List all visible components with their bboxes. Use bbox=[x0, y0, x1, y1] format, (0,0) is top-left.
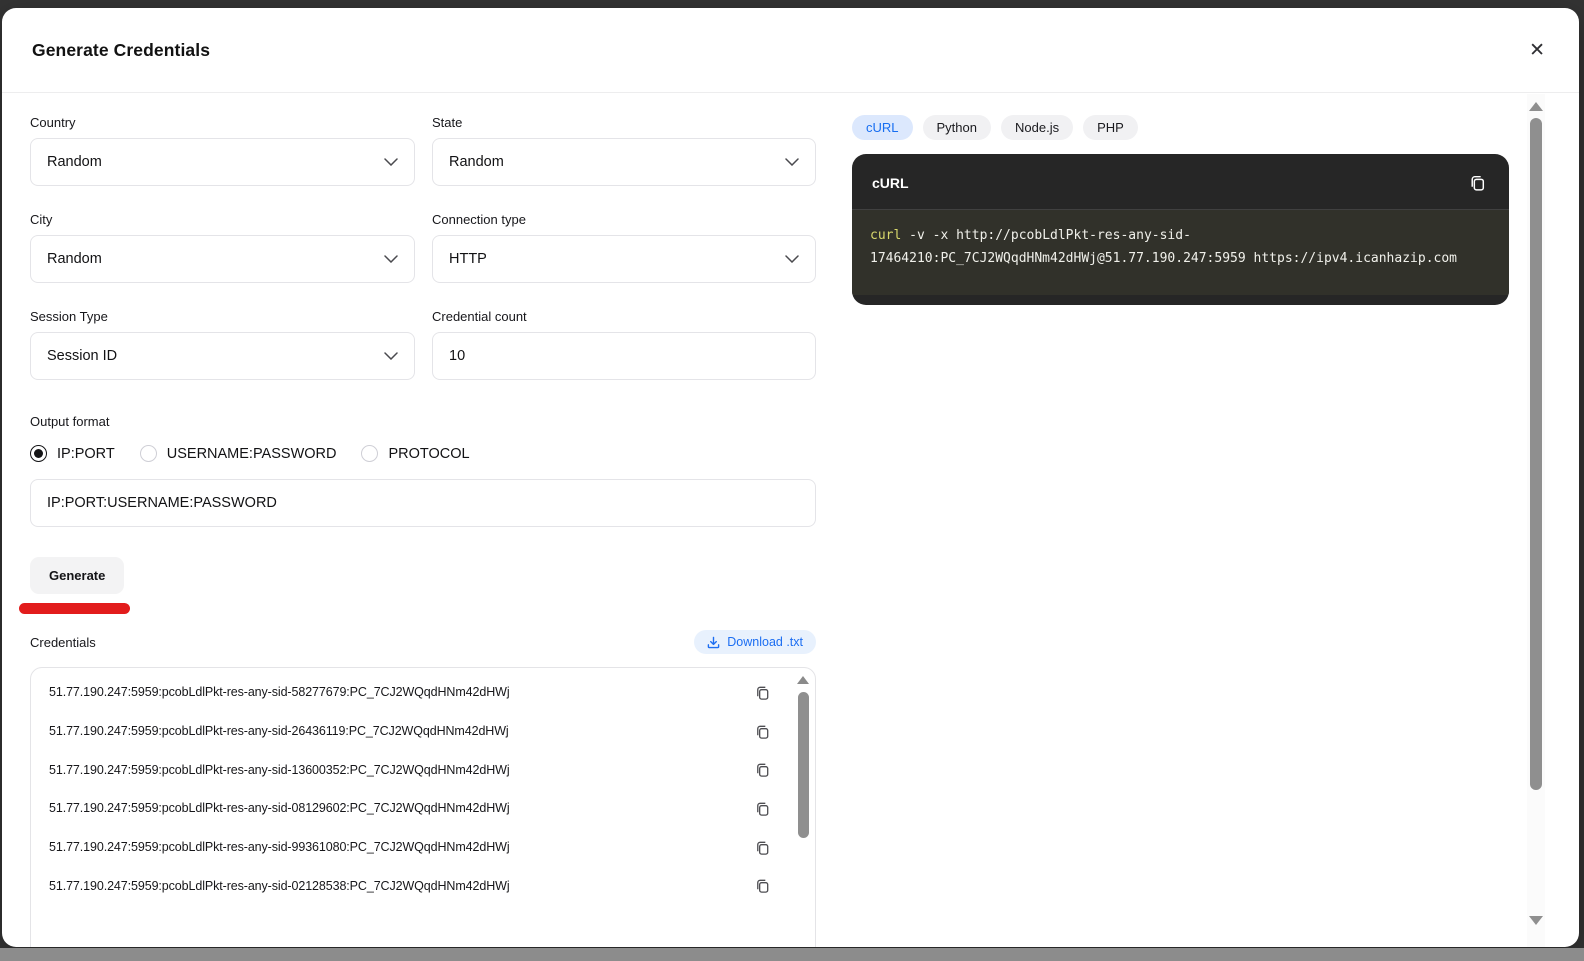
state-select[interactable]: Random bbox=[432, 138, 816, 186]
annotation-red-underline bbox=[19, 603, 130, 614]
download-icon bbox=[707, 636, 720, 649]
radio-protocol[interactable]: PROTOCOL bbox=[361, 445, 469, 462]
credential-row: 51.77.190.247:5959:pcobLdlPkt-res-any-si… bbox=[31, 789, 815, 828]
field-country: Country Random bbox=[30, 115, 415, 186]
copy-icon[interactable] bbox=[752, 798, 773, 819]
connection-type-select-value: HTTP bbox=[449, 251, 487, 267]
generate-button[interactable]: Generate bbox=[30, 557, 124, 594]
credential-text: 51.77.190.247:5959:pcobLdlPkt-res-any-si… bbox=[49, 840, 510, 854]
modal-scrollbar[interactable] bbox=[1527, 94, 1545, 947]
download-txt-button[interactable]: Download .txt bbox=[694, 630, 816, 654]
credential-text: 51.77.190.247:5959:pcobLdlPkt-res-any-si… bbox=[49, 685, 510, 699]
credentials-heading: Credentials bbox=[30, 635, 96, 650]
format-input[interactable] bbox=[47, 495, 799, 511]
credential-text: 51.77.190.247:5959:pcobLdlPkt-res-any-si… bbox=[49, 724, 509, 738]
download-txt-label: Download .txt bbox=[727, 635, 803, 649]
field-credential-count: Credential count bbox=[432, 309, 816, 380]
credentials-header: Credentials Download .txt bbox=[30, 630, 816, 654]
chevron-down-icon bbox=[785, 158, 799, 166]
code-column: cURL Python Node.js PHP cURL curl -v -x … bbox=[852, 115, 1509, 947]
field-session-type: Session Type Session ID bbox=[30, 309, 415, 380]
copy-icon[interactable] bbox=[752, 759, 773, 780]
chevron-down-icon bbox=[785, 255, 799, 263]
chevron-down-icon bbox=[384, 352, 398, 360]
generate-credentials-modal: Generate Credentials ✕ Country Random St… bbox=[2, 8, 1579, 947]
credentials-list: 51.77.190.247:5959:pcobLdlPkt-res-any-si… bbox=[30, 667, 816, 947]
scrollbar-thumb[interactable] bbox=[1530, 118, 1542, 790]
field-city: City Random bbox=[30, 212, 415, 283]
scrollbar-thumb[interactable] bbox=[798, 692, 809, 838]
tab-nodejs[interactable]: Node.js bbox=[1001, 115, 1073, 140]
credential-text: 51.77.190.247:5959:pcobLdlPkt-res-any-si… bbox=[49, 763, 510, 777]
country-select-value: Random bbox=[47, 154, 102, 170]
city-select-value: Random bbox=[47, 251, 102, 267]
radio-username-password[interactable]: USERNAME:PASSWORD bbox=[140, 445, 337, 462]
session-type-label: Session Type bbox=[30, 309, 415, 324]
modal-content: Country Random State Random City bbox=[2, 93, 1579, 947]
radio-username-password-label: USERNAME:PASSWORD bbox=[167, 446, 337, 462]
country-label: Country bbox=[30, 115, 415, 130]
copy-icon[interactable] bbox=[752, 875, 773, 896]
code-text: -v -x http://pcobLdlPkt-res-any-sid-1746… bbox=[870, 228, 1457, 266]
radio-ip-port[interactable]: IP:PORT bbox=[30, 445, 115, 462]
scroll-up-icon[interactable] bbox=[1529, 102, 1543, 111]
session-type-select-value: Session ID bbox=[47, 348, 117, 364]
scroll-up-icon[interactable] bbox=[797, 676, 809, 684]
copy-icon[interactable] bbox=[752, 837, 773, 858]
code-block: curl -v -x http://pcobLdlPkt-res-any-sid… bbox=[852, 210, 1509, 295]
credentials-scrollbar[interactable] bbox=[796, 673, 810, 947]
credential-text: 51.77.190.247:5959:pcobLdlPkt-res-any-si… bbox=[49, 879, 510, 893]
chevron-down-icon bbox=[384, 255, 398, 263]
field-state: State Random bbox=[432, 115, 816, 186]
credential-count-label: Credential count bbox=[432, 309, 816, 324]
tab-python[interactable]: Python bbox=[923, 115, 991, 140]
radio-ip-port-label: IP:PORT bbox=[57, 446, 115, 462]
credential-row: 51.77.190.247:5959:pcobLdlPkt-res-any-si… bbox=[31, 712, 815, 751]
copy-icon[interactable] bbox=[752, 721, 773, 742]
code-card-header: cURL bbox=[852, 154, 1509, 210]
radio-icon bbox=[140, 445, 157, 462]
credential-count-input[interactable] bbox=[449, 348, 799, 364]
backdrop-bottom-strip bbox=[0, 948, 1584, 961]
connection-type-label: Connection type bbox=[432, 212, 816, 227]
copy-icon[interactable] bbox=[752, 682, 773, 703]
close-icon[interactable]: ✕ bbox=[1525, 37, 1549, 64]
code-card-title: cURL bbox=[872, 175, 909, 191]
scroll-down-icon[interactable] bbox=[1529, 916, 1543, 925]
code-keyword: curl bbox=[870, 228, 901, 243]
format-box bbox=[30, 479, 816, 527]
radio-icon bbox=[30, 445, 47, 462]
radio-protocol-label: PROTOCOL bbox=[388, 446, 469, 462]
credential-row: 51.77.190.247:5959:pcobLdlPkt-res-any-si… bbox=[31, 866, 815, 905]
state-label: State bbox=[432, 115, 816, 130]
state-select-value: Random bbox=[449, 154, 504, 170]
connection-type-select[interactable]: HTTP bbox=[432, 235, 816, 283]
credential-row: 51.77.190.247:5959:pcobLdlPkt-res-any-si… bbox=[31, 750, 815, 789]
chevron-down-icon bbox=[384, 158, 398, 166]
city-label: City bbox=[30, 212, 415, 227]
code-card: cURL curl -v -x http://pcobLdlPkt-res-an… bbox=[852, 154, 1509, 305]
country-select[interactable]: Random bbox=[30, 138, 415, 186]
city-select[interactable]: Random bbox=[30, 235, 415, 283]
page-title: Generate Credentials bbox=[32, 40, 210, 61]
session-type-select[interactable]: Session ID bbox=[30, 332, 415, 380]
credential-count-box bbox=[432, 332, 816, 380]
radio-icon bbox=[361, 445, 378, 462]
copy-icon[interactable] bbox=[1466, 171, 1489, 194]
code-tabs: cURL Python Node.js PHP bbox=[852, 115, 1509, 140]
credential-row: 51.77.190.247:5959:pcobLdlPkt-res-any-si… bbox=[31, 673, 815, 712]
output-format-label: Output format bbox=[30, 414, 816, 429]
credential-row: 51.77.190.247:5959:pcobLdlPkt-res-any-si… bbox=[31, 828, 815, 867]
tab-php[interactable]: PHP bbox=[1083, 115, 1138, 140]
modal-header: Generate Credentials ✕ bbox=[2, 8, 1579, 93]
output-format-options: IP:PORT USERNAME:PASSWORD PROTOCOL bbox=[30, 445, 816, 462]
form-column: Country Random State Random City bbox=[30, 115, 816, 947]
fields-grid: Country Random State Random City bbox=[30, 115, 816, 406]
credential-text: 51.77.190.247:5959:pcobLdlPkt-res-any-si… bbox=[49, 801, 510, 815]
tab-curl[interactable]: cURL bbox=[852, 115, 913, 140]
field-connection-type: Connection type HTTP bbox=[432, 212, 816, 283]
